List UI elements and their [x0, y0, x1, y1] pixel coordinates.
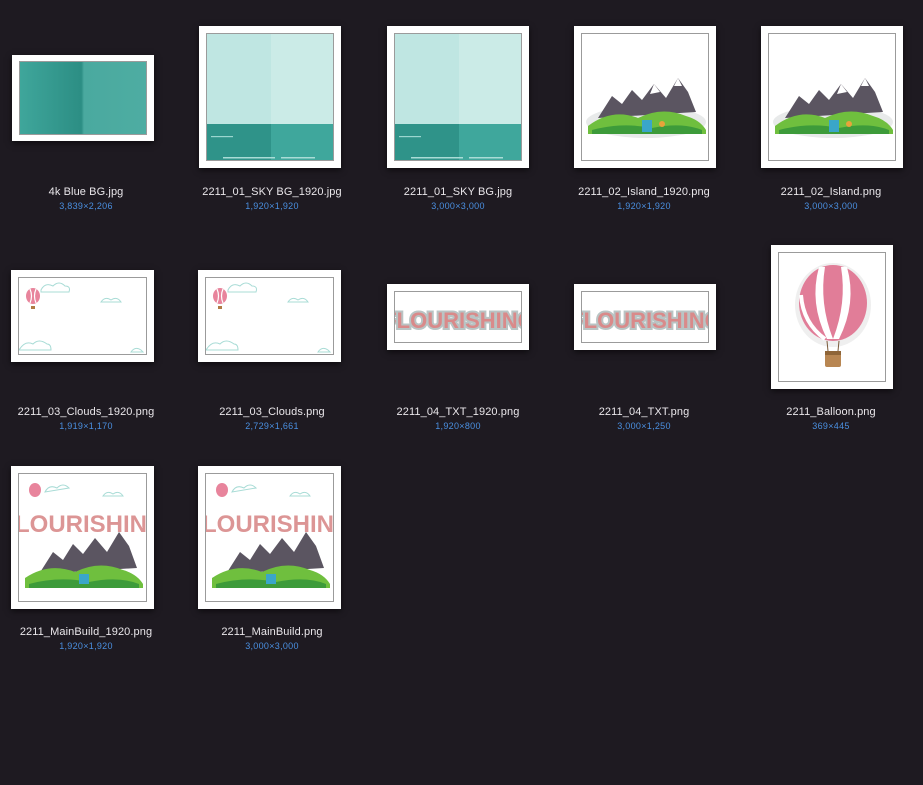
- svg-text:FLOURISHING: FLOURISHING: [206, 511, 334, 538]
- file-thumbnail[interactable]: FLOURISHING FLOURISHING: [558, 220, 730, 400]
- file-item[interactable]: FLOURISHING FLOURISHING 2211_04_TXT_1920…: [372, 220, 544, 440]
- file-name: 2211_MainBuild_1920.png: [19, 626, 153, 638]
- file-thumbnail[interactable]: [0, 220, 172, 400]
- file-item[interactable]: FLOURISHING 2211_MainBuild_1920.png 1,92…: [0, 440, 172, 660]
- file-item[interactable]: 4k Blue BG.jpg 3,839×2,206: [0, 0, 172, 220]
- file-thumbnail[interactable]: [745, 0, 917, 180]
- file-name: 2211_01_SKY BG.jpg: [403, 186, 513, 198]
- svg-text:FLOURISHING: FLOURISHING: [19, 511, 147, 538]
- file-thumbnail[interactable]: FLOURISHING: [186, 440, 358, 620]
- file-thumbnail[interactable]: [745, 220, 917, 400]
- file-name: 2211_03_Clouds.png: [219, 406, 325, 418]
- file-dimensions: 2,729×1,661: [245, 421, 299, 431]
- file-dimensions: 3,000×3,000: [431, 201, 485, 211]
- file-name: 4k Blue BG.jpg: [48, 186, 124, 198]
- file-item[interactable]: 2211_03_Clouds_1920.png 1,919×1,170: [0, 220, 172, 440]
- file-dimensions: 3,000×1,250: [617, 421, 671, 431]
- file-item[interactable]: 2211_Balloon.png 369×445: [745, 220, 917, 440]
- file-name: 2211_04_TXT.png: [598, 406, 690, 418]
- file-dimensions: 3,000×3,000: [245, 641, 299, 651]
- file-dimensions: 369×445: [812, 421, 850, 431]
- file-item[interactable]: 2211_02_Island.png 3,000×3,000: [745, 0, 917, 220]
- file-dimensions: 3,000×3,000: [804, 201, 858, 211]
- file-thumbnail[interactable]: [186, 0, 358, 180]
- svg-text:FLOURISHING: FLOURISHING: [582, 308, 709, 333]
- file-thumbnail[interactable]: FLOURISHING FLOURISHING: [372, 220, 544, 400]
- file-dimensions: 1,920×1,920: [245, 201, 299, 211]
- file-thumbnail[interactable]: [186, 220, 358, 400]
- file-item[interactable]: 2211_01_SKY BG_1920.jpg 1,920×1,920: [186, 0, 358, 220]
- file-dimensions: 1,920×1,920: [59, 641, 113, 651]
- file-name: 2211_02_Island.png: [780, 186, 882, 198]
- file-dimensions: 1,919×1,170: [59, 421, 113, 431]
- file-name: 2211_03_Clouds_1920.png: [17, 406, 155, 418]
- file-thumbnail[interactable]: [0, 0, 172, 180]
- file-name: 2211_MainBuild.png: [221, 626, 323, 638]
- file-grid: 4k Blue BG.jpg 3,839×2,206 2211_01_SKY B…: [0, 0, 923, 785]
- file-item[interactable]: FLOURISHING FLOURISHING 2211_04_TXT.png …: [558, 220, 730, 440]
- file-thumbnail[interactable]: FLOURISHING: [0, 440, 172, 620]
- file-item[interactable]: 2211_03_Clouds.png 2,729×1,661: [186, 220, 358, 440]
- file-name: 2211_Balloon.png: [786, 406, 876, 418]
- file-dimensions: 1,920×800: [435, 421, 481, 431]
- file-name: 2211_01_SKY BG_1920.jpg: [202, 186, 342, 198]
- file-thumbnail[interactable]: [558, 0, 730, 180]
- file-item[interactable]: 2211_01_SKY BG.jpg 3,000×3,000: [372, 0, 544, 220]
- svg-text:FLOURISHING: FLOURISHING: [395, 308, 522, 333]
- file-name: 2211_04_TXT_1920.png: [396, 406, 520, 418]
- file-dimensions: 3,839×2,206: [59, 201, 113, 211]
- file-name: 2211_02_Island_1920.png: [578, 186, 710, 198]
- file-item[interactable]: FLOURISHING 2211_MainBuild.png 3,000×3,0…: [186, 440, 358, 660]
- file-item[interactable]: 2211_02_Island_1920.png 1,920×1,920: [558, 0, 730, 220]
- file-thumbnail[interactable]: [372, 0, 544, 180]
- file-dimensions: 1,920×1,920: [617, 201, 671, 211]
